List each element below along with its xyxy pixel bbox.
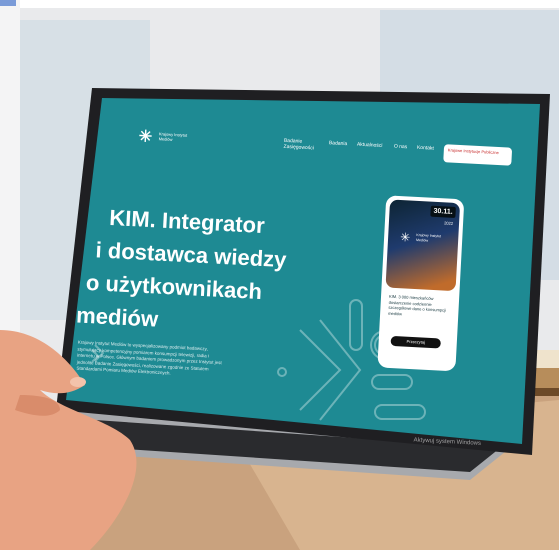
see-all-link[interactable]: Zobacz wszystkie (390, 358, 426, 365)
nav-item-aktualnosci[interactable]: Aktualności (357, 142, 383, 149)
nav-item-badanie[interactable]: Badanie Zasięgowości (283, 138, 314, 152)
nav-item-kontakt[interactable]: Kontakt (417, 145, 434, 152)
website-screen: ✳ Krajowy Instytut Mediów Badanie Zasięg… (43, 108, 559, 454)
card-logo-text: Krajowy Instytut Mediów (415, 232, 442, 243)
nav-item-badania[interactable]: Badania (329, 140, 348, 147)
logo-text: Krajowy Instytut Mediów (158, 131, 188, 142)
news-card[interactable]: 30.11. 2022 ✳ Krajowy Instytut Mediów KI… (377, 195, 465, 372)
card-year: 2022 (444, 220, 454, 226)
kim-logo-icon[interactable]: ✳ (138, 126, 152, 147)
card-logo-icon: ✳ (399, 230, 411, 245)
institute-description: Krajowy Instytut Mediów to wyspecjalizow… (76, 339, 222, 376)
card-text: KIM. 3 000 mieszkańców dostarczenie codz… (388, 293, 446, 316)
card-image: 30.11. 2022 ✳ Krajowy Instytut Mediów (385, 199, 461, 292)
laptop-photo: ✳ Krajowy Instytut Mediów Badanie Zasięg… (0, 0, 559, 550)
read-button[interactable]: Przeczytaj (390, 335, 441, 349)
card-date: 30.11. (430, 205, 456, 218)
hero-headline: KIM. Integrator i dostawca wiedzy o użyt… (76, 201, 300, 343)
public-institutions-badge[interactable]: Krajowe Instytucje Publiczne (443, 144, 513, 166)
nav-item-o-nas[interactable]: O nas (394, 144, 408, 151)
windows-activation-watermark: Aktywuj system Windows (413, 437, 482, 447)
